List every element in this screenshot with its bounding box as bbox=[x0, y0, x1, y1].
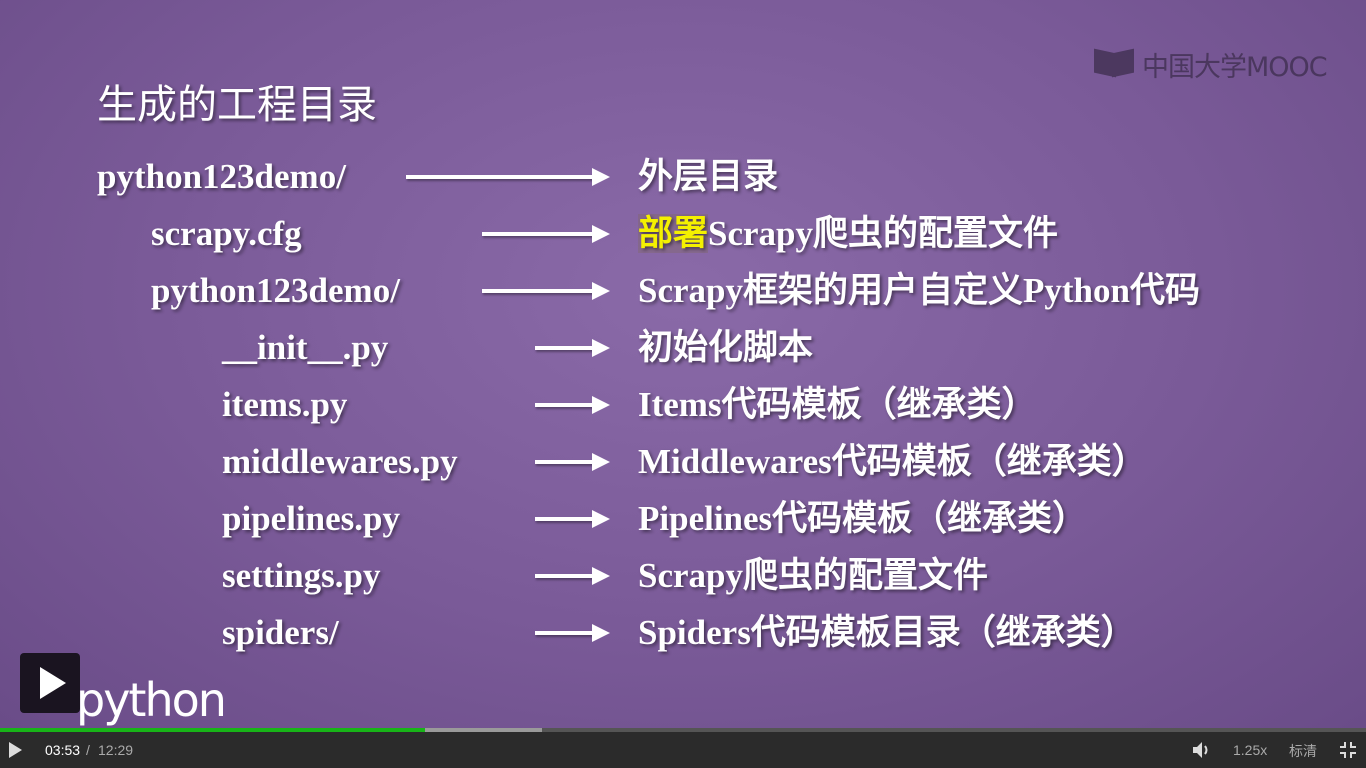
file-description: 初始化脚本 bbox=[638, 323, 813, 373]
volume-icon[interactable] bbox=[1192, 741, 1212, 759]
file-name: scrapy.cfg bbox=[151, 214, 302, 253]
arrow-right-icon bbox=[535, 510, 610, 528]
description-text: Pipelines代码模板（继承类） bbox=[638, 499, 1088, 538]
file-description: Scrapy爬虫的配置文件 bbox=[638, 551, 988, 601]
directory-row: scrapy.cfg 部署Scrapy爬虫的配置文件 bbox=[0, 209, 1366, 259]
file-description: 部署Scrapy爬虫的配置文件 bbox=[638, 209, 1058, 259]
current-time: 03:53 bbox=[45, 742, 81, 758]
directory-row: settings.py Scrapy爬虫的配置文件 bbox=[0, 551, 1366, 601]
description-text: Spiders代码模板目录（继承类） bbox=[638, 613, 1136, 652]
fullscreen-exit-icon[interactable] bbox=[1339, 741, 1357, 759]
big-play-button[interactable] bbox=[20, 653, 80, 713]
directory-row: spiders/Spiders代码模板目录（继承类） bbox=[0, 608, 1366, 658]
mooc-book-icon bbox=[1094, 47, 1138, 81]
arrow-right-icon bbox=[535, 453, 610, 471]
directory-row: middlewares.py Middlewares代码模板（继承类） bbox=[0, 437, 1366, 487]
description-text: Scrapy爬虫的配置文件 bbox=[708, 214, 1059, 253]
description-text: Items代码模板（继承类） bbox=[638, 385, 1037, 424]
play-icon bbox=[40, 667, 66, 699]
description-text: Middlewares代码模板（继承类） bbox=[638, 442, 1147, 481]
file-name: settings.py bbox=[222, 556, 381, 595]
directory-row: python123demo/Scrapy框架的用户自定义Python代码 bbox=[0, 266, 1366, 316]
arrow-right-icon bbox=[535, 624, 610, 642]
arrow-right-icon bbox=[482, 282, 610, 300]
duration: 12:29 bbox=[98, 742, 134, 758]
file-name: spiders/ bbox=[222, 613, 339, 652]
arrow-right-icon bbox=[482, 225, 610, 243]
file-name: pipelines.py bbox=[222, 499, 400, 538]
mooc-logo-text: 中国大学MOOC bbox=[1142, 51, 1328, 83]
description-text: Scrapy框架的用户自定义Python代码 bbox=[638, 271, 1200, 310]
control-bar: 03:53 / 12:29 1.25x 标清 bbox=[0, 732, 1366, 768]
directory-row: python123demo/外层目录 bbox=[0, 152, 1366, 202]
file-description: 外层目录 bbox=[638, 152, 778, 202]
python-logo-text: python bbox=[76, 673, 227, 727]
quality-button[interactable]: 标清 bbox=[1289, 741, 1317, 761]
file-name: __init__.py bbox=[222, 328, 389, 367]
arrow-right-icon bbox=[535, 567, 610, 585]
file-name: python123demo/ bbox=[97, 157, 346, 196]
file-description: Pipelines代码模板（继承类） bbox=[638, 494, 1087, 544]
time-separator: / bbox=[86, 742, 90, 758]
file-name: middlewares.py bbox=[222, 442, 458, 481]
file-description: Scrapy框架的用户自定义Python代码 bbox=[638, 266, 1200, 316]
python-logo: python bbox=[76, 672, 250, 728]
file-name: python123demo/ bbox=[151, 271, 400, 310]
play-button[interactable] bbox=[9, 742, 22, 758]
file-name: items.py bbox=[222, 385, 348, 424]
file-description: Middlewares代码模板（继承类） bbox=[638, 437, 1147, 487]
directory-row: items.py Items代码模板（继承类） bbox=[0, 380, 1366, 430]
arrow-right-icon bbox=[535, 396, 610, 414]
slide-title: 生成的工程目录 bbox=[97, 82, 377, 128]
description-text: 外层目录 bbox=[638, 157, 779, 196]
arrow-right-icon bbox=[535, 339, 610, 357]
directory-row: __init__.py 初始化脚本 bbox=[0, 323, 1366, 373]
file-description: Items代码模板（继承类） bbox=[638, 380, 1037, 430]
arrow-right-icon bbox=[406, 168, 610, 186]
file-description: Spiders代码模板目录（继承类） bbox=[638, 608, 1136, 658]
highlighted-text: 部署 bbox=[638, 214, 709, 253]
description-text: Scrapy爬虫的配置文件 bbox=[638, 556, 989, 595]
directory-row: pipelines.py Pipelines代码模板（继承类） bbox=[0, 494, 1366, 544]
description-text: 初始化脚本 bbox=[638, 328, 814, 367]
mooc-logo: 中国大学MOOC bbox=[1094, 46, 1328, 83]
video-frame[interactable]: 中国大学MOOC 生成的工程目录 python123demo/外层目录 scrap… bbox=[0, 0, 1366, 728]
speed-button[interactable]: 1.25x bbox=[1233, 742, 1267, 758]
